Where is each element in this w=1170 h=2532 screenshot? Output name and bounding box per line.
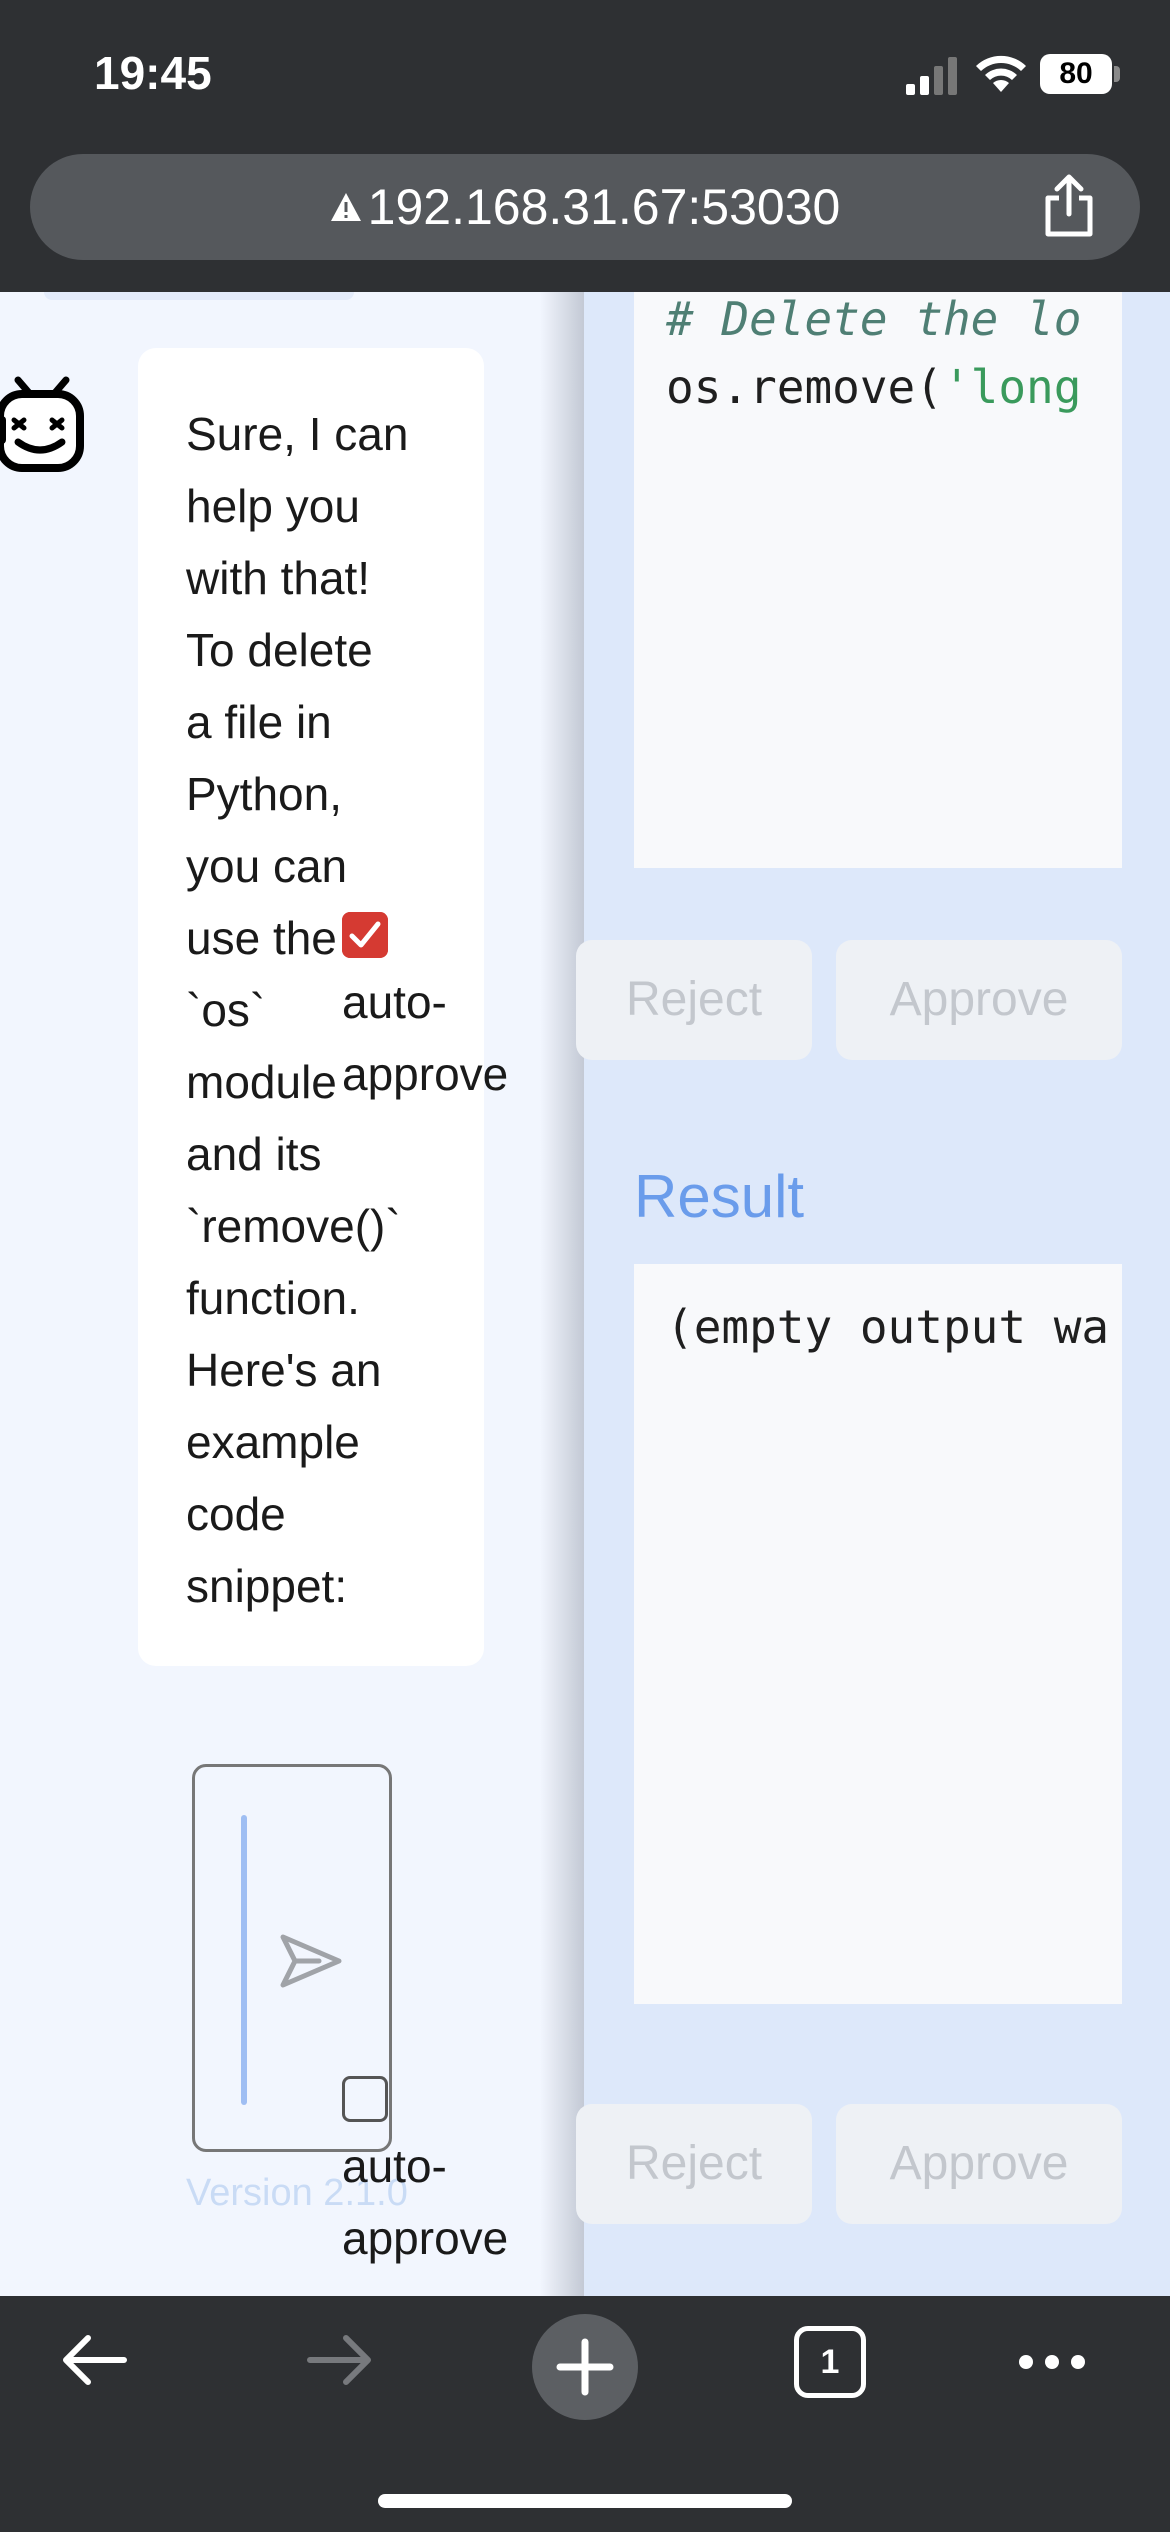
status-time: 19:45	[94, 47, 212, 99]
previous-message-edge	[44, 292, 354, 300]
code-line: os.remove('long	[666, 360, 1081, 414]
new-tab-button[interactable]	[532, 2314, 638, 2420]
checkbox-unchecked-icon[interactable]	[342, 2076, 388, 2122]
warning-icon	[330, 192, 361, 221]
result-text: (empty output wa	[666, 1300, 1110, 1354]
tool-call-panel: # Delete the lo os.remove('long Reject A…	[576, 292, 1170, 2296]
code-string: 'long	[942, 360, 1082, 414]
address-bar[interactable]: 192.168.31.67:53030	[30, 154, 1140, 260]
battery-icon: 80	[1040, 54, 1112, 94]
code-block: # Delete the lo os.remove('long	[634, 292, 1122, 868]
auto-approve-label: auto- approve	[342, 976, 509, 1100]
result-heading: Result	[634, 1163, 805, 1230]
checkbox-checked-icon[interactable]	[342, 912, 388, 958]
forward-arrow-icon[interactable]	[304, 2330, 376, 2390]
home-indicator[interactable]	[378, 2494, 792, 2508]
signal-icon	[906, 57, 957, 95]
wifi-icon	[976, 55, 1026, 92]
robot-icon	[0, 376, 84, 472]
reject-button[interactable]: Reject	[576, 2104, 812, 2224]
back-arrow-icon[interactable]	[58, 2330, 130, 2390]
more-dots-icon[interactable]	[1016, 2350, 1088, 2374]
approve-button[interactable]: Approve	[836, 940, 1122, 1060]
chat-pane: Sure, I can help you with that! To delet…	[0, 292, 584, 2296]
send-icon[interactable]	[279, 1931, 343, 1991]
code-comment: # Delete the lo	[666, 292, 1082, 346]
web-viewport: Sure, I can help you with that! To delet…	[0, 292, 1170, 2296]
approve-button[interactable]: Approve	[836, 2104, 1122, 2224]
tabs-button[interactable]: 1	[794, 2326, 866, 2398]
pane-divider-shadow	[540, 292, 584, 2296]
result-output: (empty output wa	[634, 1264, 1122, 2004]
code-function: os.remove(	[666, 360, 943, 414]
plus-icon	[556, 2338, 614, 2396]
url-text: 192.168.31.67:53030	[367, 179, 841, 235]
reject-button[interactable]: Reject	[576, 940, 812, 1060]
share-icon[interactable]	[1040, 174, 1098, 238]
auto-approve-label: auto- approve	[342, 2140, 509, 2264]
text-caret	[241, 1815, 247, 2105]
url-display[interactable]: 192.168.31.67:53030	[30, 154, 1140, 260]
battery-tip	[1114, 66, 1120, 82]
status-bar: 19:45 80	[0, 0, 1170, 150]
